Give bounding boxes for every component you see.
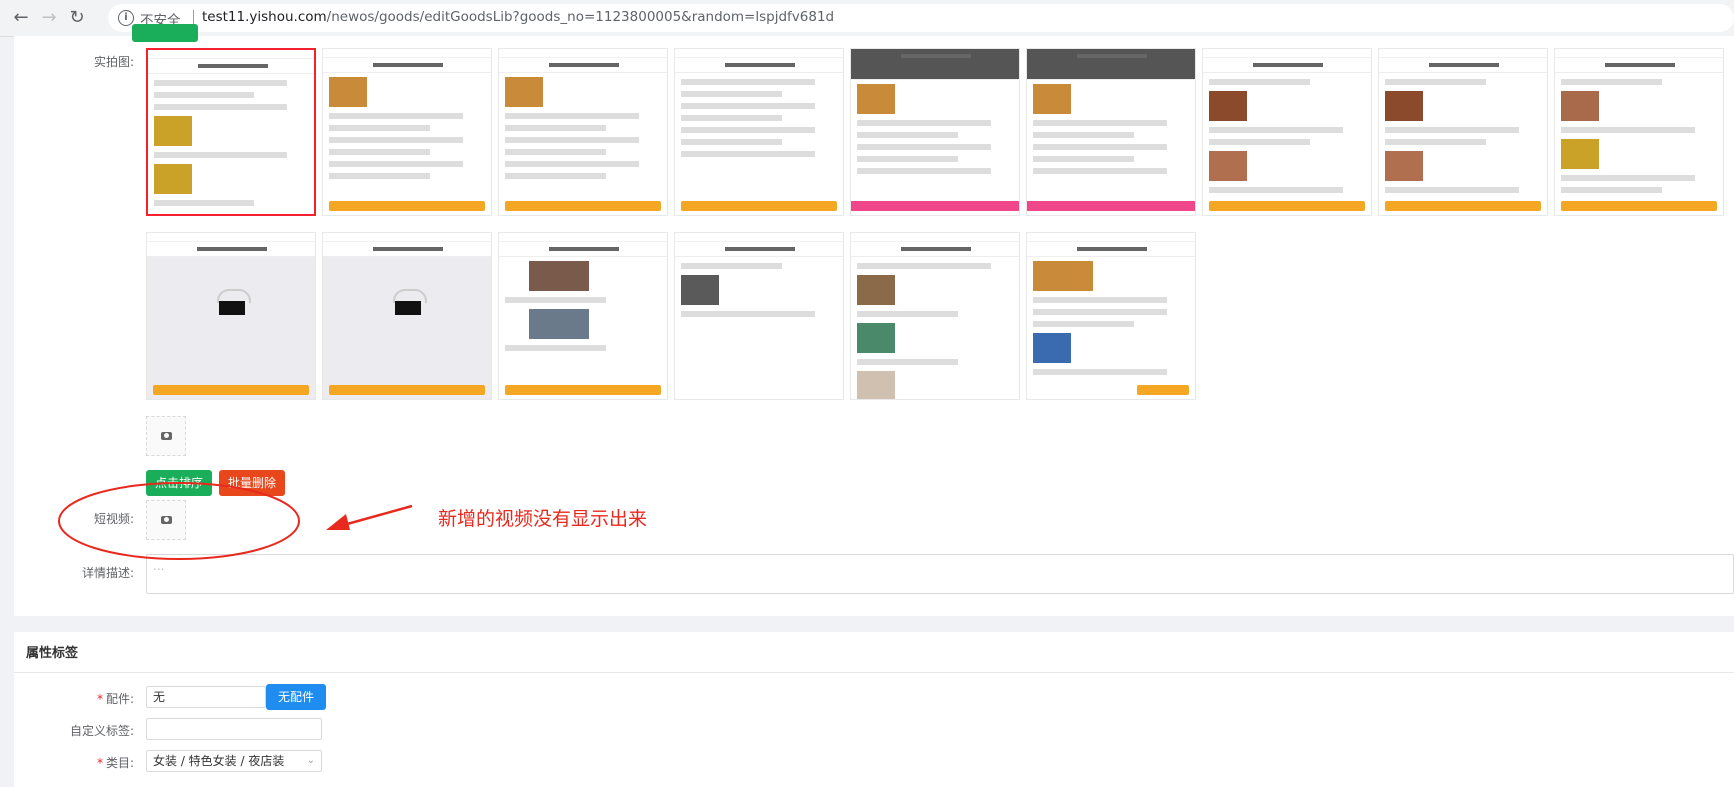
category-label-text: 类目: <box>105 756 134 770</box>
annotation-arrow-line <box>339 504 413 528</box>
annotation-ellipse <box>58 482 300 560</box>
category-select[interactable]: 女装 / 特色女装 / 夜店装 ⌄ <box>146 750 322 772</box>
category-value: 女装 / 特色女装 / 夜店装 <box>153 754 285 768</box>
section-title: 属性标签 <box>26 646 79 661</box>
chevron-down-icon: ⌄ <box>306 755 315 766</box>
accessory-label-text: 配件: <box>105 692 134 706</box>
annotation-arrowhead <box>326 514 350 530</box>
custom-tag-input[interactable] <box>146 718 322 740</box>
custom-tag-label: 自定义标签: <box>69 724 134 738</box>
accessory-label: * 配件: <box>96 692 134 706</box>
accessory-input[interactable]: 无 <box>146 686 266 708</box>
no-accessory-button[interactable]: 无配件 <box>266 684 326 710</box>
attributes-panel: 属性标签 * 配件: 无 无配件 自定义标签: * 类目: 女装 / 特色女装 / … <box>14 632 1734 787</box>
annotation-text: 新增的视频没有显示出来 <box>438 508 648 530</box>
section-divider <box>14 672 1734 673</box>
category-label: * 类目: <box>96 756 134 770</box>
